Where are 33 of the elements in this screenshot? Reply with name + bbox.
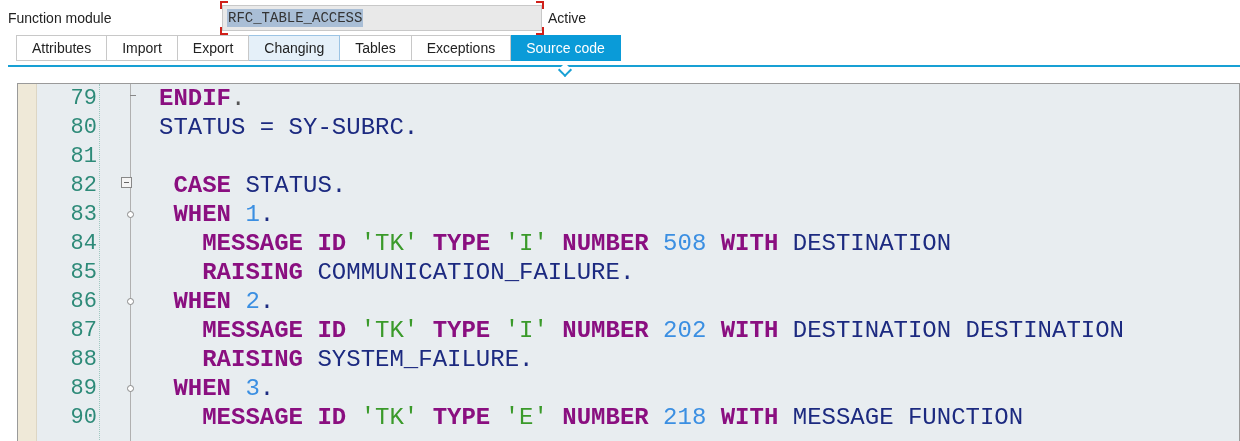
code-line: MESSAGE ID 'TK' TYPE 'I' NUMBER 202 WITH DESTINATION DESTINATION [201,317,1124,344]
line-number: 88 [69,346,98,374]
code-editor[interactable] [17,83,1240,441]
field-label: Function module [8,9,113,26]
tab[interactable]: Import [107,35,178,61]
line-number: 82 [69,172,98,200]
code-line: MESSAGE ID 'TK' TYPE 'E' NUMBER 218 WITH MESSAGE FUNCTION [201,404,1024,431]
line-number: 84 [69,230,98,258]
code-line: RAISING COMMUNICATION_FAILURE. [201,259,635,286]
tab[interactable]: Changing [249,35,341,61]
tab[interactable]: Exceptions [411,35,512,61]
code-line: STATUS = SY-SUBRC. [159,114,419,141]
code-line: MESSAGE ID 'TK' TYPE 'I' NUMBER 508 WITH DESTINATION [201,230,952,257]
code-line: CASE STATUS. [172,172,347,199]
code-line: WHEN 3. [172,375,275,402]
line-number: 80 [69,114,98,142]
code-line: WHEN 2. [172,288,275,315]
code-line: WHEN 1. [172,201,275,228]
line-number: 86 [69,288,98,316]
status-text: Active [548,9,587,26]
collapse-icon[interactable] [121,177,132,188]
tab[interactable]: Export [177,35,250,61]
line-number: 87 [69,317,98,345]
line-number: 89 [69,375,98,403]
tab[interactable]: Tables [340,35,412,61]
line-number: 79 [69,85,98,113]
line-number: 90 [69,404,98,432]
line-number: 81 [69,143,98,171]
line-number: 83 [69,201,98,229]
code-line: ENDIF. [159,85,246,112]
tab[interactable]: Attributes [16,35,108,61]
code-line: RAISING SYSTEM_FAILURE. [201,346,534,373]
line-number: 85 [69,259,98,287]
